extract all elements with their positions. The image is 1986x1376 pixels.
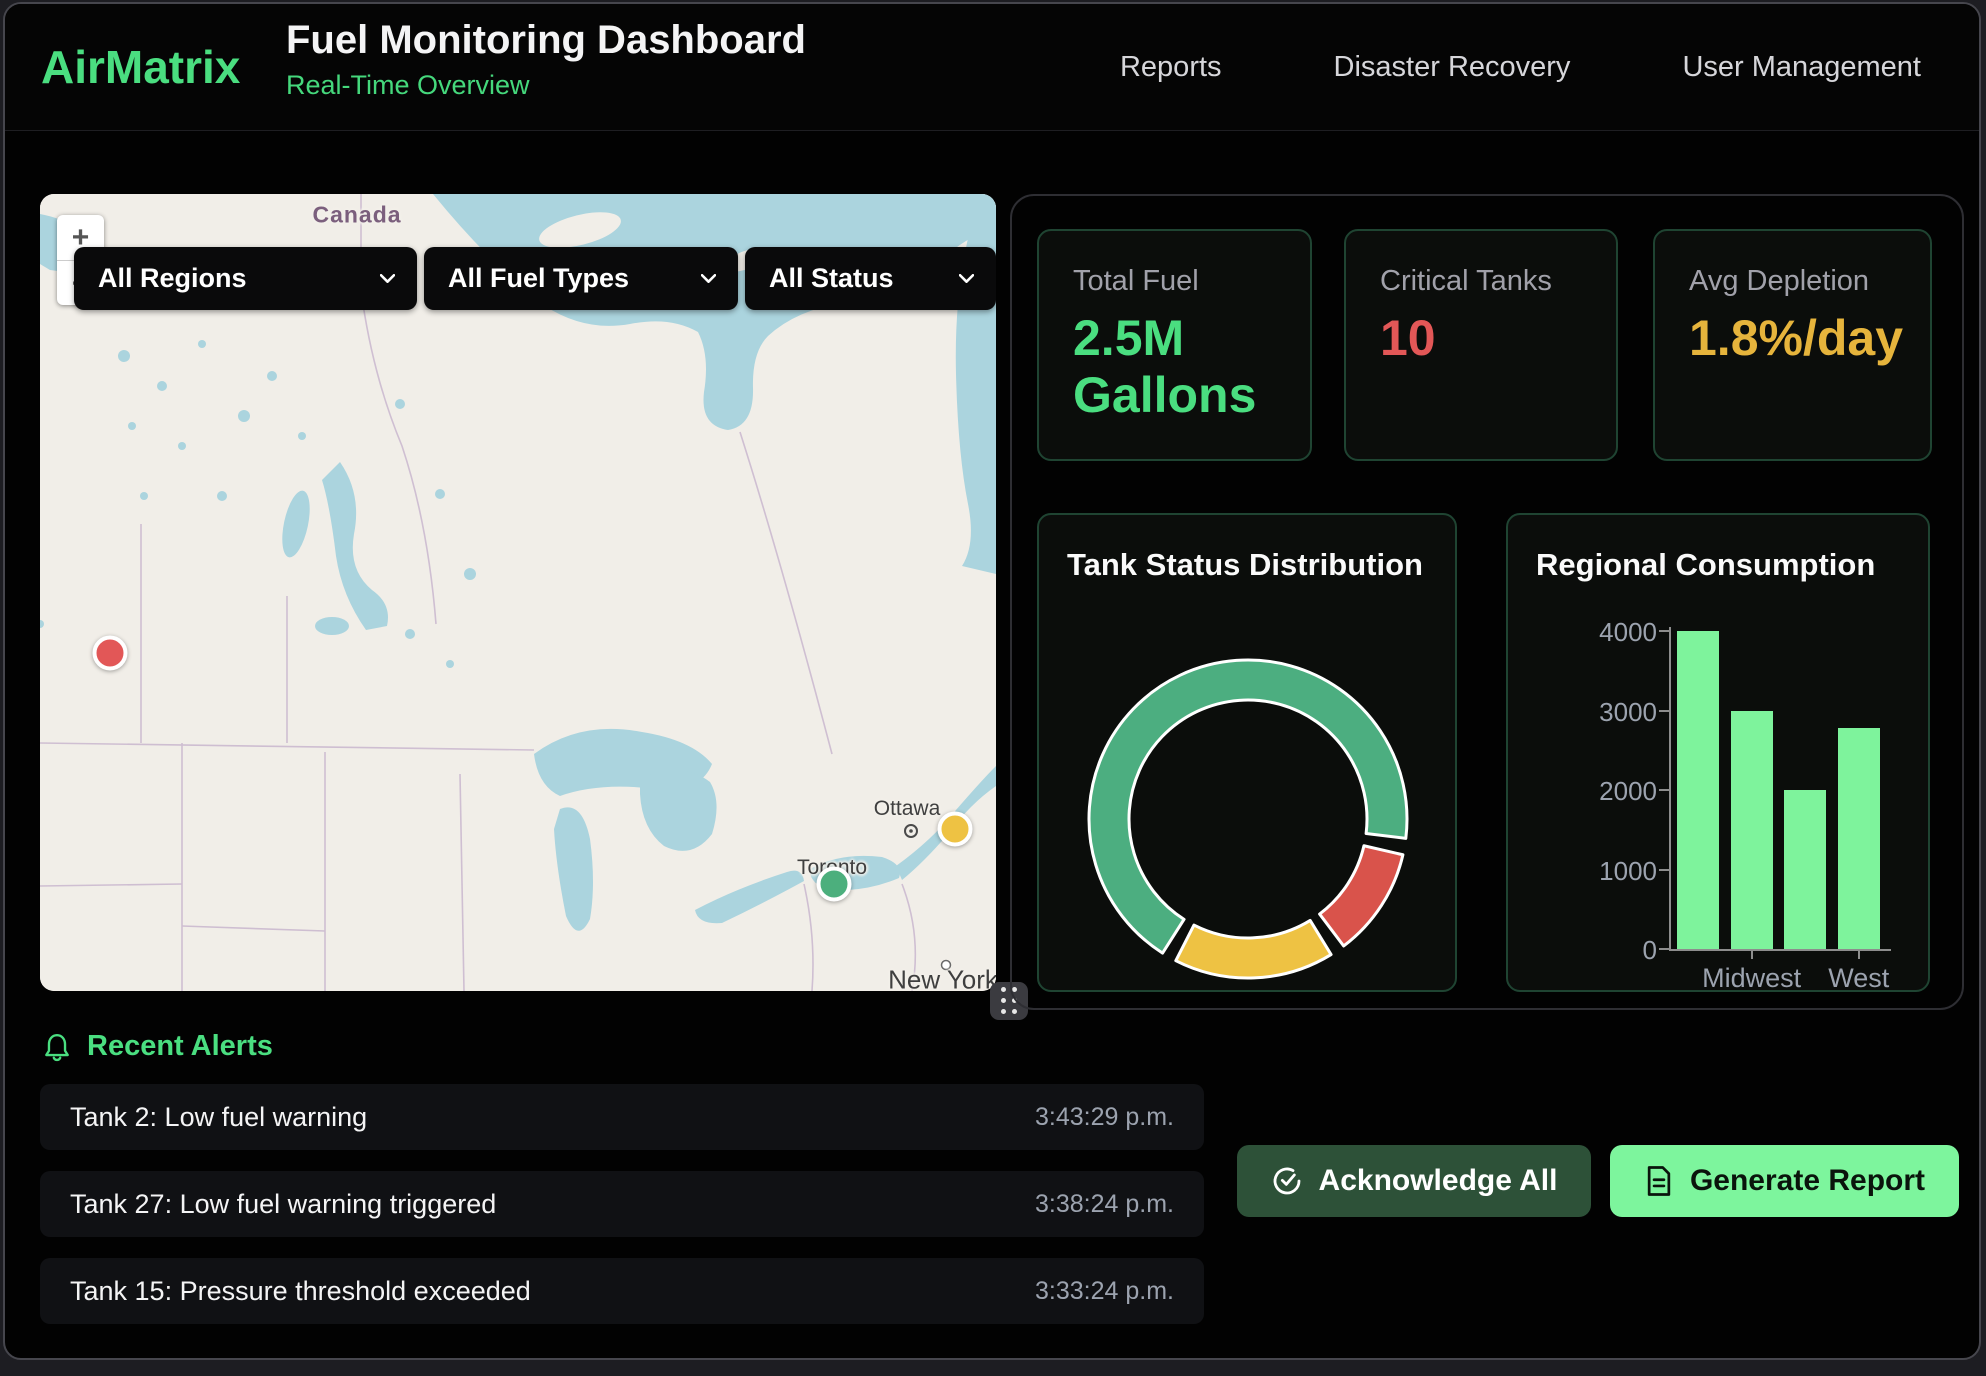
alert-timestamp: 3:38:24 p.m. (1035, 1190, 1174, 1219)
stat-card-total-fuel: Total Fuel 2.5M Gallons (1037, 229, 1312, 461)
stat-card-avg-depletion: Avg Depletion 1.8%/day (1653, 229, 1932, 461)
filter-select-all-fuel-types[interactable]: All Fuel Types (424, 247, 738, 310)
overview-panel: Total Fuel 2.5M Gallons Critical Tanks 10 Av… (1010, 194, 1964, 1010)
acknowledge-all-button[interactable]: Acknowledge All (1237, 1145, 1591, 1217)
nav-item-reports[interactable]: Reports (1120, 51, 1222, 84)
main-nav: Reports Disaster Recovery User Management (1120, 4, 1921, 130)
bar-region-2 (1784, 790, 1826, 949)
check-circle-icon (1271, 1165, 1303, 1197)
alert-row[interactable]: Tank 2: Low fuel warning 3:43:29 p.m. (40, 1084, 1204, 1150)
map-filter-bar: All Regions All Fuel Types All Status (74, 247, 996, 310)
alert-timestamp: 3:43:29 p.m. (1035, 1103, 1174, 1132)
donut-segment-warning-yellow (1176, 920, 1331, 978)
regional-consumption-bar-chart: 0 1000 2000 3000 4000 Midwest West (1508, 515, 1932, 994)
tank-status-donut-chart (1083, 654, 1413, 984)
page-title: Fuel Monitoring Dashboard (286, 18, 806, 62)
y-tick-label: 4000 (1597, 617, 1657, 648)
stat-card-critical-tanks: Critical Tanks 10 (1344, 229, 1618, 461)
map-label-ottawa: Ottawa (874, 797, 941, 821)
map-label-canada: Canada (312, 202, 401, 229)
y-tick-mark (1659, 869, 1669, 871)
x-tick-label-west: West (1828, 963, 1889, 994)
filter-label: All Regions (98, 263, 247, 294)
alert-text: Tank 15: Pressure threshold exceeded (70, 1276, 531, 1307)
y-tick-label: 1000 (1597, 856, 1657, 887)
x-tick-mark (1751, 951, 1753, 959)
alerts-header: Recent Alerts (43, 1030, 273, 1063)
filter-select-all-status[interactable]: All Status (745, 247, 996, 310)
filter-label: All Status (769, 263, 894, 294)
alert-text: Tank 27: Low fuel warning triggered (70, 1189, 496, 1220)
stat-label: Total Fuel (1073, 265, 1310, 298)
filter-select-all-regions[interactable]: All Regions (74, 247, 417, 310)
y-tick-mark (1659, 630, 1669, 632)
generate-report-label: Generate Report (1690, 1164, 1925, 1198)
filter-label: All Fuel Types (448, 263, 629, 294)
stat-value: 10 (1380, 310, 1592, 367)
donut-segment-critical-red (1320, 846, 1403, 946)
alert-timestamp: 3:33:24 p.m. (1035, 1277, 1174, 1306)
app-window: AirMatrix Fuel Monitoring Dashboard Real… (3, 2, 1981, 1360)
y-tick-label: 0 (1597, 935, 1657, 966)
screen: AirMatrix Fuel Monitoring Dashboard Real… (0, 0, 1986, 1376)
alert-row[interactable]: Tank 27: Low fuel warning triggered 3:38:… (40, 1171, 1204, 1237)
bar-region-0 (1677, 631, 1719, 949)
brand-logo: AirMatrix (41, 40, 240, 94)
map: CanadaOttawaTorontoNew York + − All Regi… (40, 194, 996, 991)
tank-status-title: Tank Status Distribution (1067, 547, 1423, 583)
tank-marker-critical[interactable] (93, 636, 128, 671)
document-icon (1644, 1165, 1674, 1197)
x-tick-label-midwest: Midwest (1702, 963, 1801, 994)
regional-consumption-card: Regional Consumption 01000200030004000Mi… (1506, 513, 1930, 992)
stat-value: 2.5M Gallons (1073, 310, 1285, 424)
nav-item-disaster-recovery[interactable]: Disaster Recovery (1334, 51, 1571, 84)
stat-value: 1.8%/day (1689, 310, 1901, 367)
alert-row[interactable]: Tank 15: Pressure threshold exceeded 3:33… (40, 1258, 1204, 1324)
y-tick-mark (1659, 789, 1669, 791)
page-subtitle: Real-Time Overview (286, 70, 806, 101)
header: AirMatrix Fuel Monitoring Dashboard Real… (5, 4, 1979, 131)
x-tick-mark (1858, 951, 1860, 959)
acknowledge-all-label: Acknowledge All (1319, 1164, 1558, 1198)
tank-marker-normal[interactable] (817, 867, 852, 902)
y-tick-label: 3000 (1597, 697, 1657, 728)
y-tick-mark (1659, 948, 1669, 950)
chevron-down-icon (701, 274, 716, 284)
stat-label: Avg Depletion (1689, 265, 1930, 298)
alert-text: Tank 2: Low fuel warning (70, 1102, 367, 1133)
bar-region-1 (1731, 711, 1773, 950)
bar-region-3 (1838, 728, 1880, 949)
bell-icon (43, 1032, 71, 1062)
nav-item-user-management[interactable]: User Management (1682, 51, 1921, 84)
chevron-down-icon (380, 274, 395, 284)
y-tick-mark (1659, 710, 1669, 712)
chevron-down-icon (959, 274, 974, 284)
tank-status-card: Tank Status Distribution (1037, 513, 1457, 992)
title-block: Fuel Monitoring Dashboard Real-Time Over… (286, 18, 806, 101)
generate-report-button[interactable]: Generate Report (1610, 1145, 1959, 1217)
y-axis (1669, 627, 1671, 951)
map-label-new-york: New York (888, 965, 996, 992)
alerts-title: Recent Alerts (87, 1030, 273, 1063)
tank-marker-warning[interactable] (938, 812, 973, 847)
y-tick-label: 2000 (1597, 776, 1657, 807)
stat-label: Critical Tanks (1380, 265, 1616, 298)
